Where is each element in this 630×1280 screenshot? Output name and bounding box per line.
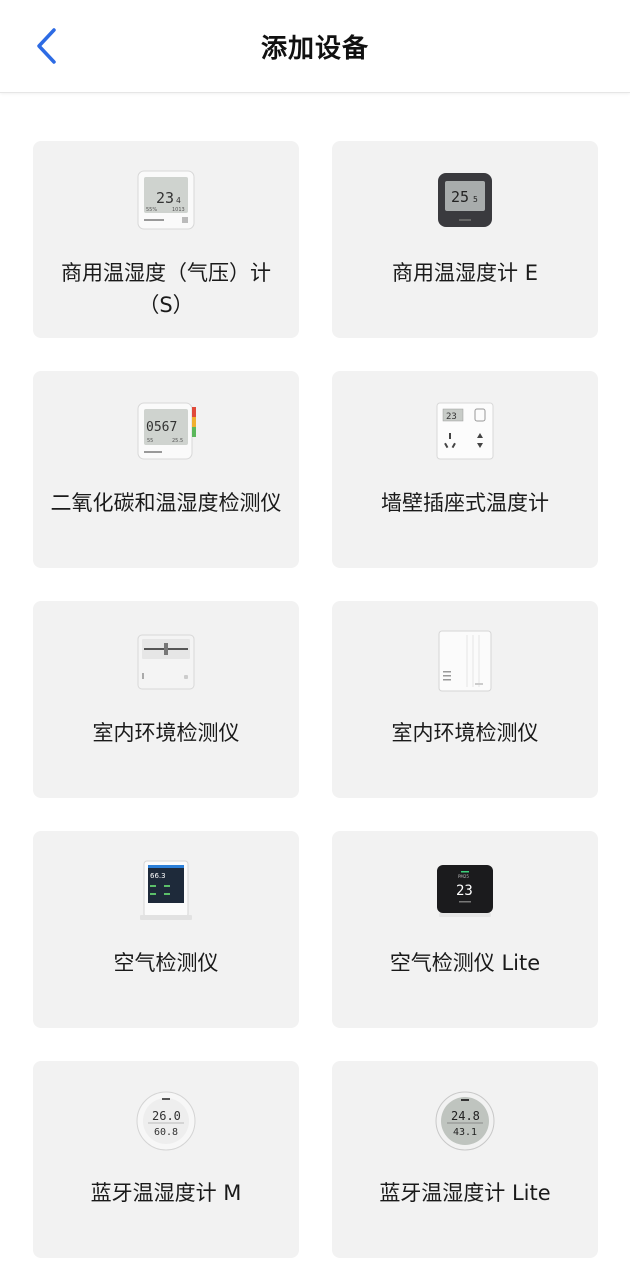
device-card-air-monitor-lite[interactable]: PM25 23 空气检测仪 Lite: [332, 831, 598, 1028]
bluetooth-thermometer-m-icon: 26.0 60.8: [136, 1091, 196, 1151]
device-card-bt-thermo-lite[interactable]: 24.8 43.1 蓝牙温湿度计 Lite: [332, 1061, 598, 1258]
reading-label: PM25: [458, 874, 469, 879]
device-grid: 23 4 55% 1013 商用温湿度（气压）计（S） 25 5 商用温湿度计 …: [0, 0, 630, 1280]
reading-sub: 5: [473, 195, 478, 204]
reading-sub: 4: [176, 196, 181, 205]
reading-main: 25: [451, 188, 469, 206]
reading-main: 23: [456, 883, 473, 899]
air-monitor-icon: 66.3: [140, 860, 192, 920]
reading-humidity: 43.1: [453, 1127, 477, 1138]
device-label: 室内环境检测仪: [92, 721, 240, 745]
air-monitor-lite-icon: PM25 23: [437, 865, 493, 917]
reading-main: 23: [156, 189, 174, 207]
device-card-wall-socket[interactable]: 23 墙壁插座式温度计: [332, 371, 598, 568]
indoor-monitor-icon: [137, 634, 195, 690]
thermo-hygrometer-e-icon: 25 5: [438, 173, 492, 227]
reading-pressure: 1013: [172, 207, 185, 213]
device-label: 商用温湿度计 E: [392, 261, 538, 285]
device-label: 二氧化碳和温湿度检测仪: [50, 491, 282, 515]
bluetooth-thermometer-lite-icon: 24.8 43.1: [435, 1091, 495, 1151]
reading-humidity: 60.8: [154, 1127, 178, 1138]
co2-monitor-icon: 0567 55 25.5: [137, 402, 196, 460]
reading-humidity: 55%: [146, 207, 157, 213]
reading-main: 66.3: [150, 872, 166, 880]
device-label: 空气检测仪 Lite: [389, 951, 541, 975]
device-label: 商用温湿度（气压）计（S）: [61, 261, 271, 317]
device-label: 室内环境检测仪: [391, 721, 539, 745]
indoor-monitor-white-icon: [438, 630, 492, 692]
device-card-co2-monitor[interactable]: 0567 55 25.5 二氧化碳和温湿度检测仪: [33, 371, 299, 568]
thermo-hygrometer-s-icon: 23 4 55% 1013: [137, 170, 195, 230]
device-label: 墙壁插座式温度计: [381, 491, 549, 515]
device-card-indoor-monitor-white[interactable]: 室内环境检测仪: [332, 601, 598, 798]
reading-temp: 24.8: [451, 1109, 480, 1123]
device-card-air-monitor[interactable]: 66.3 空气检测仪: [33, 831, 299, 1028]
reading-co2: 0567: [146, 420, 177, 435]
reading-humidity: 55: [147, 438, 153, 444]
device-card-bt-thermo-m[interactable]: 26.0 60.8 蓝牙温湿度计 M: [33, 1061, 299, 1258]
reading-temp: 26.0: [152, 1109, 181, 1123]
device-card-indoor-monitor[interactable]: 室内环境检测仪: [33, 601, 299, 798]
reading-temp: 25.5: [172, 438, 183, 444]
device-label: 蓝牙温湿度计 M: [90, 1181, 242, 1205]
reading-main: 23: [446, 412, 457, 422]
device-label: 空气检测仪: [113, 951, 219, 975]
device-label: 蓝牙温湿度计 Lite: [379, 1181, 551, 1205]
wall-socket-icon: 23: [436, 402, 494, 460]
device-card-commercial-s[interactable]: 23 4 55% 1013 商用温湿度（气压）计（S）: [33, 141, 299, 338]
device-card-commercial-e[interactable]: 25 5 商用温湿度计 E: [332, 141, 598, 338]
